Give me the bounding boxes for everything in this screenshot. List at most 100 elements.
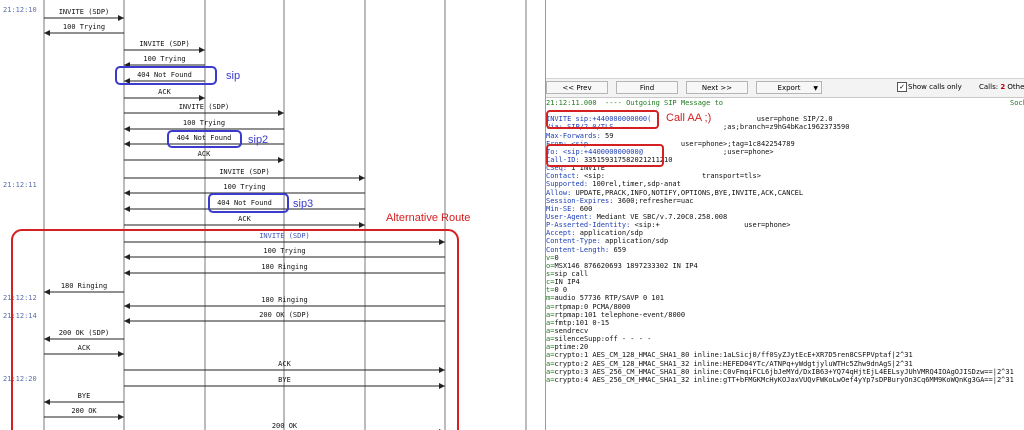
sip-header-name: Session-Expires: xyxy=(546,196,618,205)
calls-counter: Calls: 2 Other: xyxy=(979,81,1024,94)
sip-header-value: application/sdp xyxy=(579,229,643,238)
sdp-line: a=ptime:20 xyxy=(546,343,1024,351)
find-button[interactable]: Find xyxy=(616,81,678,94)
sip-header-value: <sip: transport=tls> xyxy=(583,172,761,181)
sip-header-line: Content-Type: application/sdp xyxy=(546,237,1024,245)
socket-label: Sock xyxy=(1010,99,1024,107)
calls-label: Calls: xyxy=(979,83,999,91)
sdp-line: a=crypto:3 AES_256_CM_HMAC_SHA1_80 inlin… xyxy=(546,368,1024,376)
others-label: Other: xyxy=(1007,83,1024,91)
message-label: BYE xyxy=(278,376,291,384)
call-flow-diagram: 21:12:10 21:12:11 21:12:12 21:12:14 21:12:20… xyxy=(3,0,527,430)
timestamp-label: 21:12:10 xyxy=(3,6,37,14)
message-label: BYE xyxy=(78,392,91,400)
sip-header-value: <sip:+ user=phone> xyxy=(634,221,791,230)
export-button[interactable]: Export ▼ xyxy=(756,81,822,94)
sip-message-pane: << Prev Find Next >> Export ▼ ✓ Show cal… xyxy=(546,0,1024,430)
message-toolbar: << Prev Find Next >> Export ▼ ✓ Show cal… xyxy=(546,78,1024,98)
sdp-line: a=sendrecv xyxy=(546,327,1024,335)
call-aa-annotation: Call AA ;) xyxy=(666,112,712,124)
message-label: INVITE (SDP) xyxy=(179,103,230,111)
timestamp-label: 21:12:20 xyxy=(3,375,37,383)
sip3-annotation: sip3 xyxy=(293,198,313,210)
message-label: ACK xyxy=(278,360,291,368)
message-label: 404 Not Found xyxy=(217,199,272,207)
sip-header-line: Min-SE: 600 xyxy=(546,205,1024,213)
message-label: 404 Not Found xyxy=(137,71,192,79)
sip-header-name: Allow: xyxy=(546,188,576,197)
message-label: 100 Trying xyxy=(63,23,105,31)
sdp-line: t=0 0 xyxy=(546,286,1024,294)
sdp-line: v=0 xyxy=(546,254,1024,262)
sip-header-name: User-Agent: xyxy=(546,212,597,221)
sip-annotation: sip xyxy=(226,70,240,82)
sip-header-value: UPDATE,PRACK,INFO,NOTIFY,OPTIONS,BYE,INV… xyxy=(575,188,804,197)
sdp-line: m=audio 57736 RTP/SAVP 0 101 xyxy=(546,294,1024,302)
show-calls-only-checkbox[interactable]: ✓ xyxy=(897,82,907,92)
to-callid-highlight-box xyxy=(546,144,664,167)
dropdown-arrow-icon: ▼ xyxy=(813,85,818,92)
prev-button[interactable]: << Prev xyxy=(546,81,608,94)
sip-header-line: Supported: 100rel,timer,sdp-anat xyxy=(546,180,1024,188)
sip-header-name: Content-Length: xyxy=(546,245,614,254)
sip-header-name: Supported: xyxy=(546,180,593,189)
sdp-line: a=rtpmap:101 telephone-event/8000 xyxy=(546,311,1024,319)
sip-header-line: Contact: <sip: transport=tls> xyxy=(546,172,1024,180)
sdp-field-value: crypto:4 AES_256_CM_HMAC_SHA1_32 inline:… xyxy=(554,375,1014,384)
sdp-line: a=rtpmap:0 PCMA/8000 xyxy=(546,303,1024,311)
invite-highlight-box xyxy=(546,110,659,129)
sip-header-name: Contact: xyxy=(546,172,584,181)
alternative-route-label: Alternative Route xyxy=(386,212,470,224)
message-label: ACK xyxy=(78,344,91,352)
message-label: ACK xyxy=(198,150,211,158)
sdp-field-value: IN IP4 xyxy=(554,278,580,287)
sip2-annotation: sip2 xyxy=(248,134,268,146)
message-label: 100 Trying xyxy=(143,55,185,63)
sdp-field-value: sendrecv xyxy=(554,326,589,335)
sdp-field-value: audio 57736 RTP/SAVP 0 101 xyxy=(554,294,665,303)
message-label: INVITE (SDP) xyxy=(139,40,190,48)
message-label: 100 Trying xyxy=(223,183,265,191)
sdp-field-value: silenceSupp:off - - - - xyxy=(554,335,652,344)
sip-header-value: 659 xyxy=(613,245,627,254)
sdp-field-value: fmtp:101 0-15 xyxy=(554,318,610,327)
sdp-field-value: rtpmap:101 telephone-event/8000 xyxy=(554,310,686,319)
show-calls-only-label: Show calls only xyxy=(908,83,962,91)
timestamp-label: 21:12:12 xyxy=(3,294,37,302)
sip-header-line: Content-Length: 659 xyxy=(546,246,1024,254)
sdp-field-value: crypto:3 AES_256_CM_HMAC_SHA1_80 inline:… xyxy=(554,367,1014,376)
sdp-field-value: 0 xyxy=(554,253,559,262)
message-label: INVITE (SDP) xyxy=(259,232,310,240)
sdp-line: a=crypto:2 AES_CM_128_HMAC_SHA1_32 inlin… xyxy=(546,360,1024,368)
sip-header-line: P-Asserted-Identity: <sip:+ user=phone> xyxy=(546,221,1024,229)
sdp-field-value: crypto:2 AES_CM_128_HMAC_SHA1_32 inline:… xyxy=(554,359,913,368)
sip-header-value: 100rel,timer,sdp-anat xyxy=(592,180,681,189)
sip-header-line: Accept: application/sdp xyxy=(546,229,1024,237)
sip-header-name: Max-Forwards: xyxy=(546,131,606,140)
message-label: 200 OK xyxy=(272,422,298,430)
message-label: 200 OK (SDP) xyxy=(59,329,110,337)
message-label: 200 OK xyxy=(71,407,97,415)
message-header-line: 21:12:11.000 ---- Outgoing SIP Message t… xyxy=(546,99,1024,107)
timestamp-label: 21:12:14 xyxy=(3,312,37,320)
next-button[interactable]: Next >> xyxy=(686,81,748,94)
message-label: 100 Trying xyxy=(183,119,225,127)
call-flow-ladder[interactable]: 21:12:10 21:12:11 21:12:12 21:12:14 21:12:20… xyxy=(0,0,545,430)
sip-header-line: Session-Expires: 3600;refresher=uac xyxy=(546,197,1024,205)
sdp-field-value: crypto:1 AES_CM_128_HMAC_SHA1_80 inline:… xyxy=(554,351,913,360)
sdp-line: c=IN IP4 xyxy=(546,278,1024,286)
message-label: 404 Not Found xyxy=(177,134,232,142)
message-label: INVITE (SDP) xyxy=(219,168,270,176)
message-label: 200 OK (SDP) xyxy=(259,311,310,319)
sip-message-text[interactable]: 21:12:11.000 ---- Outgoing SIP Message t… xyxy=(546,99,1024,384)
sip-header-name: Content-Type: xyxy=(546,237,606,246)
sip-header-line: Max-Forwards: 59 xyxy=(546,132,1024,140)
message-label: INVITE (SDP) xyxy=(59,8,110,16)
message-label: 180 Ringing xyxy=(261,263,307,271)
sip-header-value: 3600;refresher=uac xyxy=(617,196,694,205)
sdp-field-value: MSX146 876620693 1897233302 IN IP4 xyxy=(554,261,698,270)
sdp-line: a=fmtp:101 0-15 xyxy=(546,319,1024,327)
sdp-field-value: 0 0 xyxy=(554,286,568,295)
sip-header-value: 600 xyxy=(579,204,593,213)
sip-header-line: User-Agent: Mediant VE SBC/v.7.20C0.258.… xyxy=(546,213,1024,221)
